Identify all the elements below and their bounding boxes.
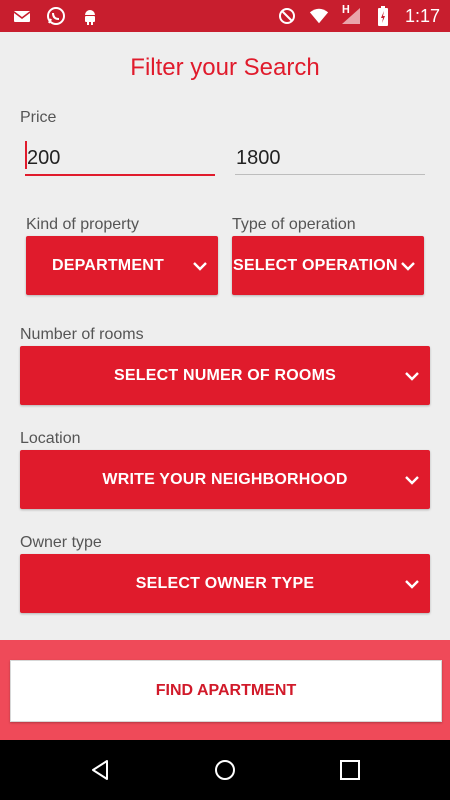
- whatsapp-icon: [46, 6, 66, 26]
- owner-type-label: Owner type: [20, 534, 102, 551]
- type-operation-value: SELECT OPERATION: [233, 256, 398, 274]
- status-bar: H 1:17: [0, 0, 450, 32]
- rooms-value: SELECT NUMER OF ROOMS: [114, 366, 336, 384]
- owner-type-dropdown[interactable]: SELECT OWNER TYPE: [20, 554, 430, 613]
- chevron-down-icon: [405, 579, 419, 589]
- kind-property-value: DEPARTMENT: [52, 256, 164, 274]
- wifi-icon: [309, 6, 329, 26]
- location-dropdown[interactable]: WRITE YOUR NEIGHBORHOOD: [20, 450, 430, 509]
- recents-icon[interactable]: [338, 758, 362, 782]
- type-operation-dropdown[interactable]: SELECT OPERATION: [232, 236, 424, 295]
- type-operation-label: Type of operation: [232, 216, 356, 233]
- price-max-underline: [235, 174, 425, 175]
- price-min-input[interactable]: [27, 145, 212, 171]
- rooms-label: Number of rooms: [20, 326, 144, 343]
- rooms-dropdown[interactable]: SELECT NUMER OF ROOMS: [20, 346, 430, 405]
- chevron-down-icon: [405, 371, 419, 381]
- price-max-input[interactable]: [236, 145, 421, 171]
- owner-type-value: SELECT OWNER TYPE: [135, 574, 315, 592]
- location-value: WRITE YOUR NEIGHBORHOOD: [102, 470, 348, 488]
- clock: 1:17: [404, 6, 440, 26]
- status-bar-notifications: [12, 6, 100, 26]
- find-apartment-button[interactable]: FIND APARTMENT: [10, 660, 442, 722]
- status-bar-system: H 1:17: [277, 3, 440, 27]
- home-icon[interactable]: [213, 758, 237, 782]
- kind-property-dropdown[interactable]: DEPARTMENT: [26, 236, 218, 295]
- signal-icon: H: [341, 3, 361, 26]
- network-type-label: H: [341, 3, 350, 16]
- page-title: Filter your Search: [130, 54, 320, 81]
- battery-icon: [373, 6, 393, 26]
- price-min-underline: [25, 174, 215, 176]
- chevron-down-icon: [401, 261, 415, 271]
- chevron-down-icon: [193, 261, 207, 271]
- system-nav-bar: [0, 740, 450, 800]
- location-label: Location: [20, 430, 81, 447]
- mail-icon: [12, 6, 32, 26]
- chevron-down-icon: [405, 475, 419, 485]
- do-not-disturb-icon: [277, 6, 297, 26]
- kind-property-label: Kind of property: [26, 216, 139, 233]
- back-icon[interactable]: [88, 758, 112, 782]
- android-icon: [80, 6, 100, 26]
- price-label: Price: [20, 109, 57, 126]
